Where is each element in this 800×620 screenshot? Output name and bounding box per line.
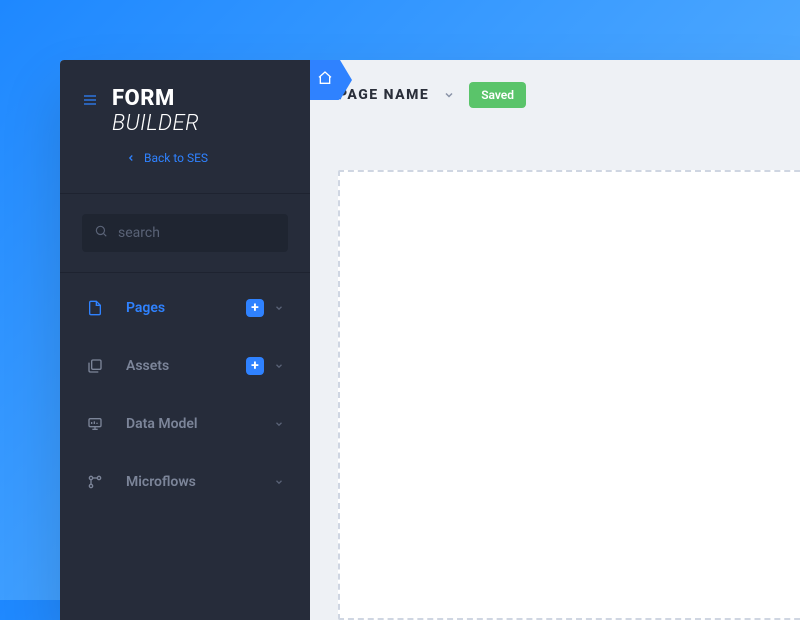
- sidebar-item-label: Data Model: [126, 416, 274, 432]
- microflows-icon: [86, 474, 104, 490]
- chevron-down-icon[interactable]: [274, 356, 284, 375]
- app-window: FORM BUILDER Back to SES Pages: [60, 60, 800, 620]
- data-model-icon: [86, 416, 104, 432]
- search-wrap: [60, 194, 310, 272]
- sidebar-item-assets[interactable]: Assets +: [60, 337, 310, 395]
- app-title-line2: BUILDER: [112, 111, 199, 136]
- back-link-label: Back to SES: [144, 151, 208, 165]
- sidebar-item-label: Assets: [126, 358, 246, 374]
- hamburger-icon[interactable]: [82, 92, 98, 112]
- home-tab[interactable]: [310, 60, 340, 100]
- sidebar-item-data-model[interactable]: Data Model: [60, 395, 310, 453]
- back-to-ses-link[interactable]: Back to SES: [60, 147, 310, 193]
- app-title: FORM BUILDER: [112, 86, 199, 137]
- assets-icon: [86, 358, 104, 374]
- main-area: PAGE NAME Saved: [310, 60, 800, 620]
- sidebar-item-label: Pages: [126, 300, 246, 316]
- chevron-down-icon[interactable]: [274, 298, 284, 317]
- chevron-down-icon[interactable]: [274, 414, 284, 433]
- search-input[interactable]: [82, 214, 288, 252]
- add-page-button[interactable]: +: [246, 299, 264, 317]
- sidebar-item-label: Microflows: [126, 474, 274, 490]
- sidebar-item-microflows[interactable]: Microflows: [60, 453, 310, 511]
- home-icon: [317, 70, 333, 90]
- search-field[interactable]: [118, 225, 276, 241]
- add-asset-button[interactable]: +: [246, 357, 264, 375]
- page-icon: [86, 300, 104, 316]
- sidebar-nav: Pages + Assets + Data: [60, 273, 310, 517]
- app-title-line1: FORM: [112, 86, 199, 111]
- sidebar: FORM BUILDER Back to SES Pages: [60, 60, 310, 620]
- search-icon: [94, 223, 108, 242]
- status-badge: Saved: [469, 82, 526, 108]
- chevron-down-icon[interactable]: [274, 472, 284, 491]
- titlebar: PAGE NAME Saved: [310, 60, 800, 126]
- brand-header: FORM BUILDER: [60, 60, 310, 147]
- form-canvas[interactable]: [338, 170, 800, 620]
- page-name-dropdown[interactable]: [443, 86, 455, 105]
- sidebar-item-pages[interactable]: Pages +: [60, 279, 310, 337]
